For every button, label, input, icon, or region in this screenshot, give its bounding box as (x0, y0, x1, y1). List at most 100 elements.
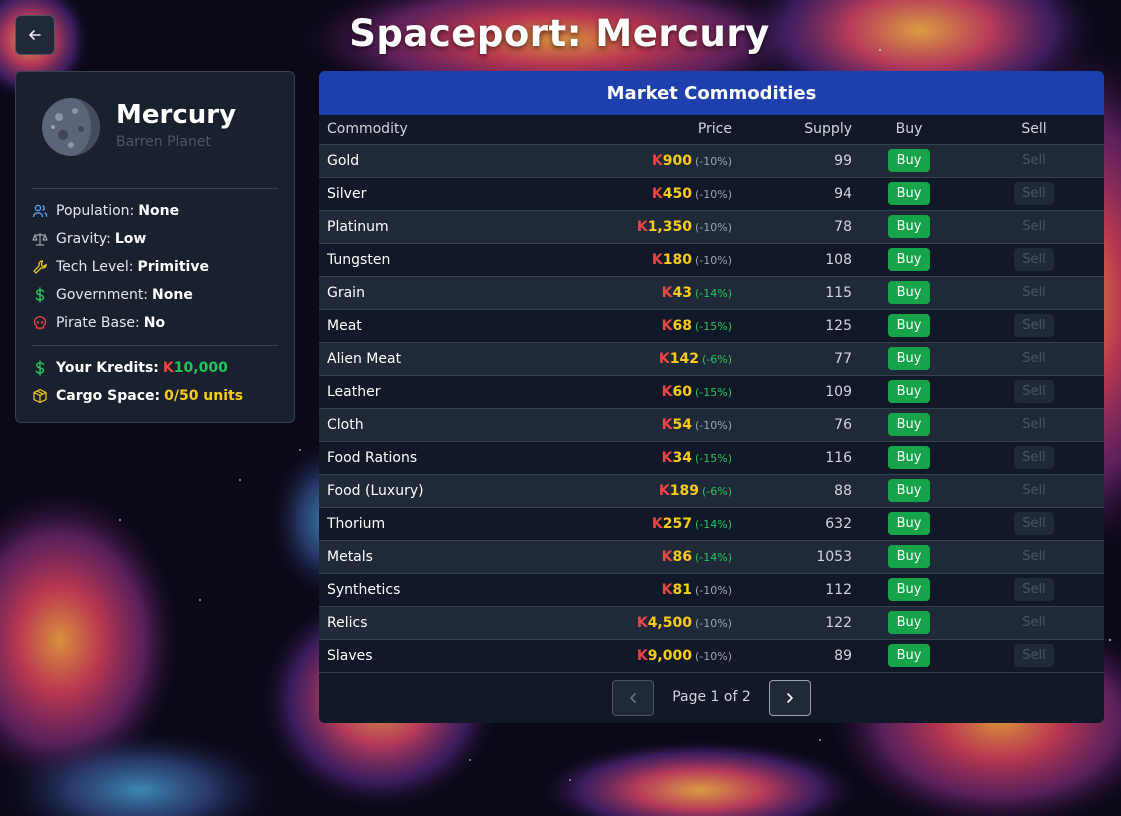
sell-cell: Sell (964, 309, 1104, 343)
sell-cell: Sell (964, 342, 1104, 376)
chevron-left-icon (630, 693, 636, 703)
buy-cell: Buy (854, 606, 964, 640)
sell-button[interactable]: Sell (1014, 446, 1054, 469)
price-value: 60 (672, 383, 692, 400)
sell-cell: Sell (964, 177, 1104, 211)
cargo-label: Cargo Space: (56, 388, 161, 404)
kredit-prefix: K (658, 482, 670, 499)
buy-button[interactable]: Buy (888, 314, 930, 337)
buy-button[interactable]: Buy (888, 611, 930, 634)
sell-button[interactable]: Sell (1014, 347, 1054, 370)
planet-name: Mercury (116, 100, 237, 130)
price-modifier: (-15%) (694, 451, 732, 465)
planet-info-panel: Mercury Barren Planet Population: None G… (15, 71, 295, 423)
buy-button[interactable]: Buy (888, 446, 930, 469)
price-modifier: (-15%) (694, 319, 732, 333)
price-modifier: (-15%) (694, 385, 732, 399)
kredit-prefix: K (651, 251, 663, 268)
price-value: 86 (672, 548, 692, 565)
buy-cell: Buy (854, 177, 964, 211)
table-row: Platinum K1,350 (-10%) 78 Buy Sell (319, 210, 1104, 244)
commodity-supply: 1053 (734, 540, 854, 574)
stat-pirate-base: Pirate Base: No (32, 313, 165, 333)
sell-button[interactable]: Sell (1014, 281, 1054, 304)
table-row: Tungsten K180 (-10%) 108 Buy Sell (319, 243, 1104, 277)
commodity-price: K257 (-14%) (519, 507, 734, 541)
commodity-supply: 109 (734, 375, 854, 409)
commodity-supply: 77 (734, 342, 854, 376)
buy-button[interactable]: Buy (888, 380, 930, 403)
sell-cell: Sell (964, 243, 1104, 277)
price-modifier: (-6%) (701, 484, 732, 498)
scale-icon (32, 233, 48, 246)
sell-button[interactable]: Sell (1014, 611, 1054, 634)
sell-button[interactable]: Sell (1014, 314, 1054, 337)
price-value: 43 (672, 284, 692, 301)
commodity-name: Synthetics (319, 573, 519, 607)
table-row: Alien Meat K142 (-6%) 77 Buy Sell (319, 342, 1104, 376)
buy-button[interactable]: Buy (888, 413, 930, 436)
price-value: 9,000 (647, 647, 692, 664)
table-row: Slaves K9,000 (-10%) 89 Buy Sell (319, 639, 1104, 673)
buy-button[interactable]: Buy (888, 644, 930, 667)
price-modifier: (-6%) (701, 352, 732, 366)
commodity-name: Slaves (319, 639, 519, 673)
commodity-supply: 78 (734, 210, 854, 244)
price-value: 34 (672, 449, 692, 466)
price-modifier: (-10%) (694, 187, 732, 201)
commodity-price: K60 (-15%) (519, 375, 734, 409)
next-page-button[interactable] (769, 680, 811, 716)
kredit-prefix: K (636, 218, 648, 235)
market-panel: Market Commodities Commodity Price Suppl… (319, 71, 1104, 723)
sell-button[interactable]: Sell (1014, 413, 1054, 436)
buy-button[interactable]: Buy (888, 248, 930, 271)
sell-button[interactable]: Sell (1014, 248, 1054, 271)
kredits-label: Your Kredits: (56, 360, 159, 376)
sell-button[interactable]: Sell (1014, 479, 1054, 502)
commodity-supply: 116 (734, 441, 854, 475)
commodity-name: Meat (319, 309, 519, 343)
buy-cell: Buy (854, 573, 964, 607)
buy-button[interactable]: Buy (888, 578, 930, 601)
dollar-icon (35, 360, 45, 376)
buy-cell: Buy (854, 342, 964, 376)
kredit-prefix: K (661, 383, 673, 400)
sell-button[interactable]: Sell (1014, 545, 1054, 568)
commodity-name: Cloth (319, 408, 519, 442)
prev-page-button[interactable] (612, 680, 654, 716)
stat-government: Government: None (32, 285, 193, 305)
sell-button[interactable]: Sell (1014, 512, 1054, 535)
table-row: Leather K60 (-15%) 109 Buy Sell (319, 375, 1104, 409)
price-value: 81 (672, 581, 692, 598)
kredit-prefix: K (661, 284, 673, 301)
sell-button[interactable]: Sell (1014, 182, 1054, 205)
buy-button[interactable]: Buy (888, 149, 930, 172)
buy-cell: Buy (854, 441, 964, 475)
commodity-name: Leather (319, 375, 519, 409)
kredit-prefix: K (658, 350, 670, 367)
sell-button[interactable]: Sell (1014, 578, 1054, 601)
stat-tech-level: Tech Level: Primitive (32, 257, 209, 277)
sell-button[interactable]: Sell (1014, 215, 1054, 238)
sell-button[interactable]: Sell (1014, 380, 1054, 403)
buy-button[interactable]: Buy (888, 215, 930, 238)
sell-button[interactable]: Sell (1014, 644, 1054, 667)
buy-button[interactable]: Buy (888, 347, 930, 370)
buy-button[interactable]: Buy (888, 545, 930, 568)
market-title: Market Commodities (319, 71, 1104, 115)
price-value: 180 (662, 251, 692, 268)
sell-button[interactable]: Sell (1014, 149, 1054, 172)
buy-button[interactable]: Buy (888, 512, 930, 535)
skull-icon (33, 316, 47, 330)
buy-button[interactable]: Buy (888, 182, 930, 205)
table-row: Meat K68 (-15%) 125 Buy Sell (319, 309, 1104, 343)
price-value: 189 (669, 482, 699, 499)
sell-cell: Sell (964, 408, 1104, 442)
price-modifier: (-14%) (694, 550, 732, 564)
stat-label: Population: (56, 203, 135, 219)
buy-button[interactable]: Buy (888, 281, 930, 304)
buy-cell: Buy (854, 309, 964, 343)
buy-button[interactable]: Buy (888, 479, 930, 502)
buy-cell: Buy (854, 639, 964, 673)
pagination: Page 1 of 2 (319, 680, 1104, 717)
